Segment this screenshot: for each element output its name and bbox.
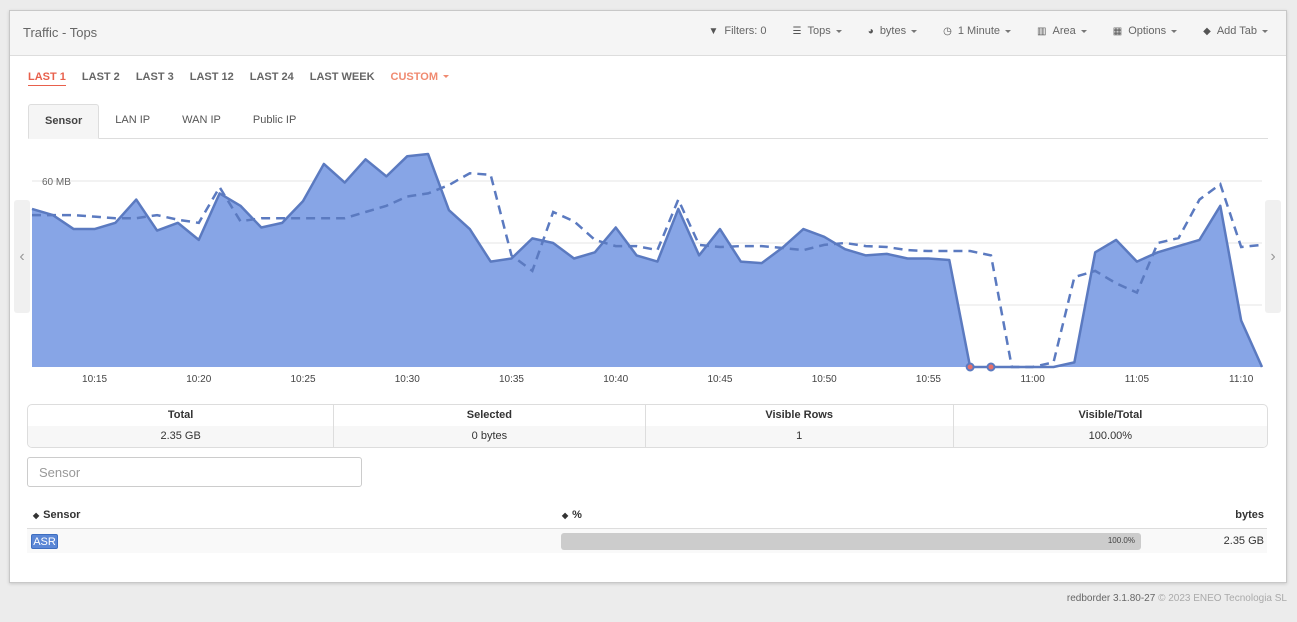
caret-down-icon [835,29,842,33]
tool-filters-0[interactable]: ▼ Filters: 0 [708,25,766,37]
tool-tops[interactable]: ☰ Tops [793,25,842,37]
range-last-1[interactable]: LAST 1 [28,71,66,86]
bar-chart-icon: ▥ [1037,25,1047,37]
tool-bytes[interactable]: ◕ bytes [867,25,918,37]
stat-value: 100.00% [1088,430,1133,442]
data-point-marker [986,362,996,372]
dashboard-icon: ◕ [867,25,874,37]
tool-add-tab[interactable]: ◆ Add Tab [1203,25,1268,37]
tool-area[interactable]: ▥ Area [1037,25,1087,37]
clock-icon: ◷ [943,25,952,37]
stat-label: Total [28,405,335,426]
range-last-24[interactable]: LAST 24 [250,71,294,86]
caret-down-icon [1171,29,1178,33]
x-tick-label: 11:00 [1021,374,1046,385]
stat-value: 1 [646,426,954,447]
range-last-12[interactable]: LAST 12 [190,71,234,86]
percent-bar-fill [561,533,1141,550]
range-last-2[interactable]: LAST 2 [82,71,120,86]
stat-value: 2.35 GB [28,426,335,447]
sensor-badge[interactable]: ASR [31,534,58,549]
row-bytes: 2.35 GB [1223,535,1264,547]
x-tick-label: 10:50 [812,374,837,385]
x-tick-label: 11:10 [1229,374,1254,385]
column-header-bytes[interactable]: bytes [1235,509,1264,521]
footer: redborder 3.1.80-27 © 2023 ENEO Tecnolog… [1066,593,1287,604]
tags-icon: ◆ [1203,25,1211,37]
x-tick-label: 10:30 [395,374,420,385]
column-header-sensor[interactable]: ◆ Sensor [33,509,80,521]
x-tick-label: 10:20 [186,374,211,385]
caret-down-icon [911,29,918,33]
tool-options[interactable]: ▦ Options [1112,25,1178,37]
panel-header: Traffic - Tops ▼ Filters: 0 ☰ Tops ◕ bytes ◷ 1 … [10,11,1286,56]
x-tick-label: 10:40 [603,374,628,385]
traffic-chart[interactable]: 20 MB40 MB60 MB10:1510:2010:2510:3010:35… [0,140,1297,390]
tab-public-ip[interactable]: Public IP [237,104,312,138]
x-tick-label: 10:15 [82,374,107,385]
range-last-week[interactable]: LAST WEEK [310,71,375,86]
toolbar: ▼ Filters: 0 ☰ Tops ◕ bytes ◷ 1 Minute ▥ Area ▦ Opt… [682,25,1268,37]
stat-label: Visible Rows [646,405,954,426]
x-tick-label: 11:05 [1125,374,1150,385]
data-point-marker [965,362,975,372]
tool-1-minute[interactable]: ◷ 1 Minute [943,25,1012,37]
tab-lan-ip[interactable]: LAN IP [99,104,166,138]
y-tick-label: 60 MB [42,177,71,188]
list-icon: ☰ [792,25,802,37]
sensor-search-input[interactable] [27,457,362,487]
stat-value: 0 bytes [334,426,646,447]
x-tick-label: 10:45 [707,374,732,385]
stats-summary: Total Selected Visible Rows Visible/Total 2… [27,404,1268,448]
caret-down-icon [1005,29,1012,33]
grid-icon: ▦ [1112,25,1123,37]
range-custom[interactable]: CUSTOM [391,71,449,86]
percent-bar: 100.0% [561,533,1141,550]
filter-icon: ▼ [708,25,719,37]
series-area [32,154,1262,367]
x-tick-label: 10:35 [499,374,524,385]
tab-wan-ip[interactable]: WAN IP [166,104,237,138]
sort-icon: ◆ [33,511,40,520]
time-range-selector: LAST 1 LAST 2 LAST 3 LAST 12 LAST 24 LAST WEE… [28,71,465,86]
panel-title: Traffic - Tops [23,25,98,40]
stat-label: Selected [334,405,646,426]
stat-label: Visible/Total [1078,409,1143,421]
x-tick-label: 10:55 [916,374,941,385]
dimension-tabs: Sensor LAN IP WAN IP Public IP [28,104,1268,139]
caret-down-icon [443,75,449,80]
x-tick-label: 10:25 [291,374,316,385]
caret-down-icon [1080,29,1087,33]
range-last-3[interactable]: LAST 3 [136,71,174,86]
column-header-percent[interactable]: ◆% [562,509,582,521]
tab-sensor[interactable]: Sensor [28,104,100,139]
sort-icon: ◆ [562,511,569,520]
caret-down-icon [1262,29,1268,33]
